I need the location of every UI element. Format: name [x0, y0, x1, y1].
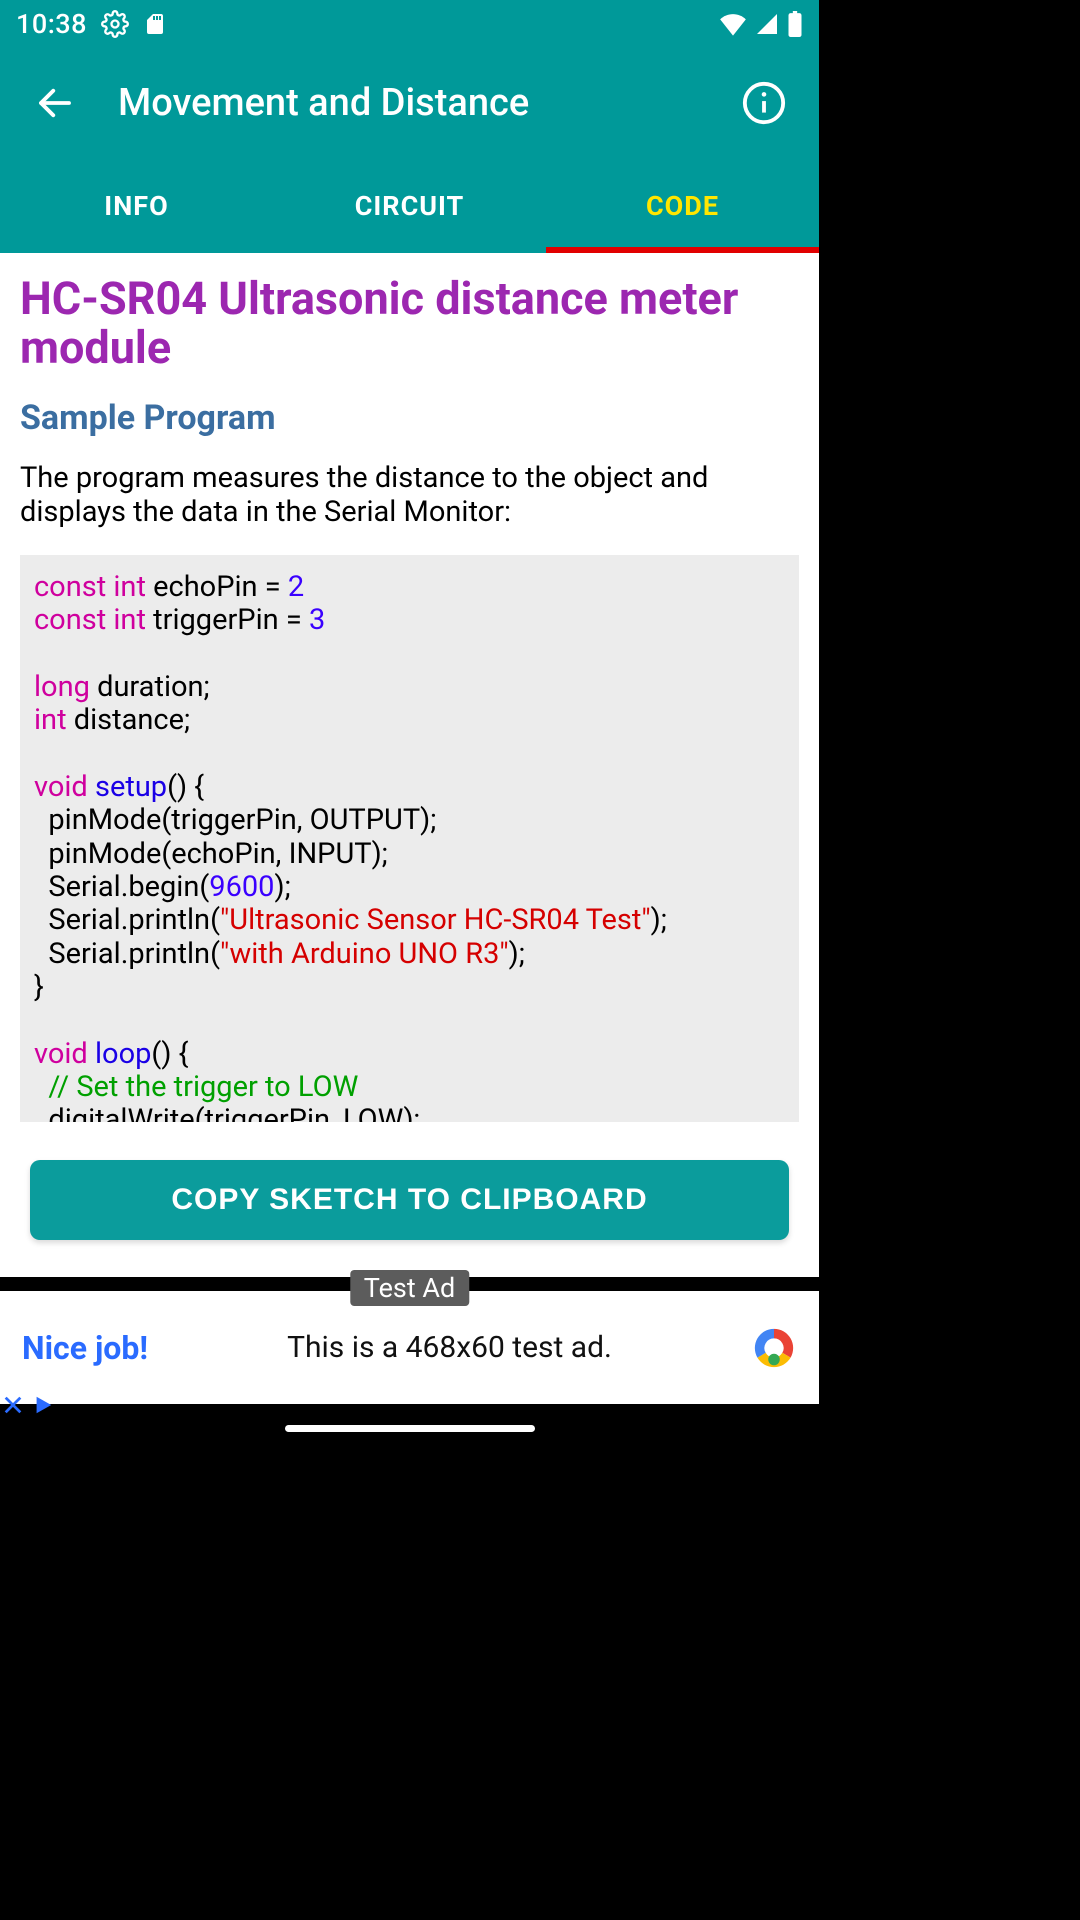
arrow-left-icon: [34, 82, 76, 124]
code-token: // Set the trigger to LOW: [34, 1070, 358, 1104]
nav-gesture-pill[interactable]: [285, 1425, 535, 1432]
wifi-icon: [719, 12, 747, 36]
content-subtitle: Sample Program: [20, 398, 799, 438]
ad-text: This is a 468x60 test ad.: [188, 1330, 711, 1365]
button-strip: COPY SKETCH TO CLIPBOARD: [0, 1122, 819, 1277]
ad-logo-icon: [751, 1325, 797, 1371]
code-token: () {: [151, 1037, 188, 1071]
ad-container: Test Ad Nice job! This is a 468x60 test …: [0, 1277, 819, 1404]
tab-circuit[interactable]: CIRCUIT: [273, 158, 546, 253]
code-token: void: [34, 1037, 95, 1071]
copy-sketch-button[interactable]: COPY SKETCH TO CLIPBOARD: [30, 1160, 789, 1240]
code-token: const int: [34, 603, 146, 637]
code-token: digitalWrite(triggerPin, LOW);: [34, 1103, 420, 1122]
code-token: 9600: [209, 870, 274, 904]
gear-icon: [101, 10, 129, 38]
code-token: void: [34, 770, 95, 804]
code-token: Serial.println(: [34, 903, 220, 937]
app-bar: Movement and Distance: [0, 47, 819, 158]
code-token: Serial.println(: [34, 937, 220, 971]
tab-code[interactable]: CODE: [546, 158, 819, 253]
code-token: echoPin =: [146, 570, 288, 604]
code-token: triggerPin =: [146, 603, 309, 637]
ad-close-icon[interactable]: [2, 1394, 24, 1416]
page-title: Movement and Distance: [118, 81, 737, 125]
info-button[interactable]: [737, 76, 791, 130]
ad-headline: Nice job!: [22, 1329, 148, 1367]
ad-choices-icon[interactable]: [32, 1394, 54, 1416]
code-token: pinMode(echoPin, INPUT);: [34, 837, 388, 871]
android-nav-bar: [0, 1404, 819, 1452]
status-right: [719, 11, 803, 37]
tab-info[interactable]: INFO: [0, 158, 273, 253]
status-left: 10:38: [16, 8, 167, 40]
code-token: () {: [167, 770, 204, 804]
battery-icon: [787, 11, 803, 37]
content-area[interactable]: HC-SR04 Ultrasonic distance meter module…: [0, 253, 819, 1122]
code-token: duration;: [90, 670, 210, 704]
code-token: "Ultrasonic Sensor HC-SR04 Test": [220, 903, 651, 937]
ad-badge: Test Ad: [350, 1270, 469, 1306]
code-token: long: [34, 670, 90, 704]
code-block: const int echoPin = 2 const int triggerP…: [20, 555, 799, 1122]
code-token: pinMode(triggerPin, OUTPUT);: [34, 803, 436, 837]
code-token: Serial.begin(: [34, 870, 209, 904]
code-token: );: [651, 903, 667, 937]
ad-controls: [2, 1394, 54, 1416]
sd-card-icon: [143, 12, 167, 36]
content-title: HC-SR04 Ultrasonic distance meter module: [20, 275, 799, 372]
code-token: loop: [95, 1037, 151, 1071]
info-icon: [741, 80, 787, 126]
code-token: "with Arduino UNO R3": [220, 937, 509, 971]
tabs: INFO CIRCUIT CODE: [0, 158, 819, 253]
ad-banner[interactable]: Test Ad Nice job! This is a 468x60 test …: [0, 1291, 819, 1404]
code-token: const int: [34, 570, 146, 604]
code-token: distance;: [67, 703, 191, 737]
code-token: 3: [309, 603, 325, 637]
code-token: );: [509, 937, 525, 971]
code-token: }: [34, 970, 44, 1004]
code-token: setup: [95, 770, 167, 804]
cellular-icon: [755, 12, 779, 36]
code-token: int: [34, 703, 67, 737]
code-token: );: [274, 870, 290, 904]
clock: 10:38: [16, 8, 87, 40]
status-bar: 10:38: [0, 0, 819, 47]
code-token: 2: [288, 570, 304, 604]
back-button[interactable]: [28, 76, 82, 130]
content-description: The program measures the distance to the…: [20, 462, 799, 529]
